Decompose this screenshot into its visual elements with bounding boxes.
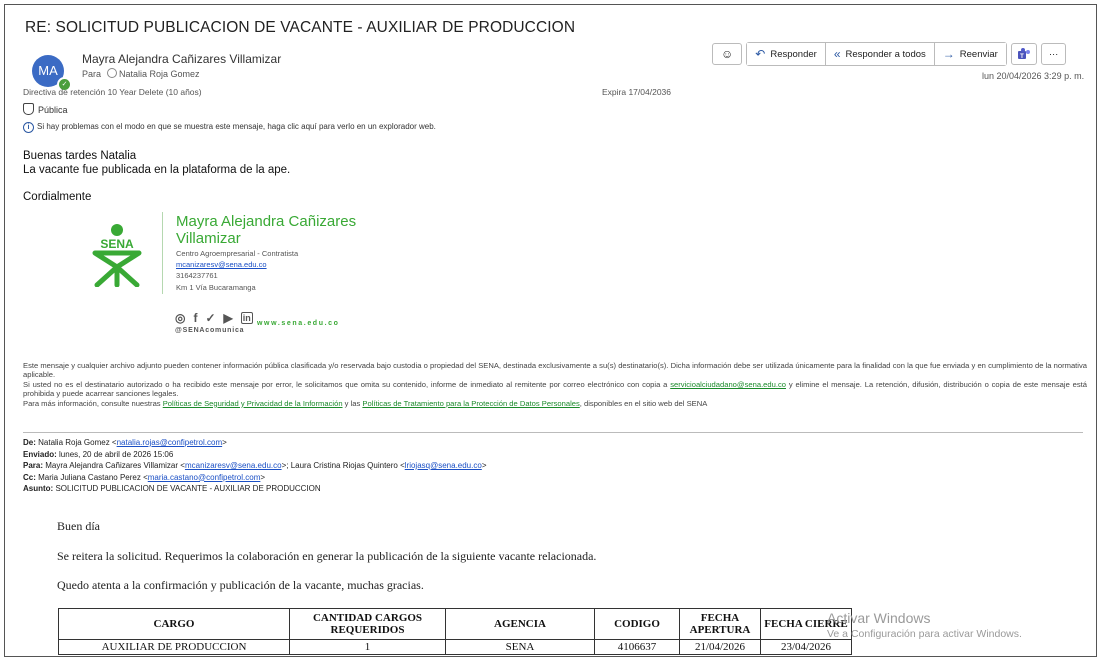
received-datetime: lun 20/04/2026 3:29 p. m.: [982, 71, 1085, 81]
sena-logo-text: SENA: [100, 237, 134, 251]
table-header-row: CARGO CANTIDAD CARGOS REQUERIDOS AGENCIA…: [58, 608, 852, 640]
table-cell: 21/04/2026: [679, 639, 761, 655]
table-header-cell: AGENCIA: [445, 608, 595, 640]
security-policy-link[interactable]: Políticas de Seguridad y Privacidad de l…: [163, 399, 343, 408]
social-icons: ◎ f ✓ ▶ in: [175, 311, 261, 325]
forward-button[interactable]: → Reenviar: [934, 43, 1006, 65]
table-row: AUXILIAR DE PRODUCCION 1 SENA 4106637 21…: [58, 639, 852, 655]
reply-all-button[interactable]: « Responder a todos: [825, 43, 935, 65]
to-email-link-2[interactable]: lriojasq@sena.edu.co: [405, 461, 482, 470]
disclaimer-paragraph-1: Este mensaje y cualquier archivo adjunto…: [23, 361, 1087, 380]
to-email-link-1[interactable]: mcanizaresv@sena.edu.co: [185, 461, 282, 470]
signature-address: Km 1 Vía Bucaramanga: [176, 283, 256, 292]
info-bar[interactable]: i Si hay problemas con el modo en que se …: [23, 122, 436, 133]
more-actions-button[interactable]: ···: [1040, 43, 1067, 65]
teams-icon: T: [1017, 47, 1030, 60]
sender-name[interactable]: Mayra Alejandra Cañizares Villamizar: [82, 52, 281, 66]
legal-disclaimer: Este mensaje y cualquier archivo adjunto…: [23, 361, 1087, 408]
servicioalciudadano-link[interactable]: servicioalciudadano@sena.edu.co: [670, 380, 786, 389]
linkedin-icon[interactable]: in: [240, 312, 253, 324]
table-header-cell: FECHA APERTURA: [679, 608, 761, 640]
message-toolbar: ☺ ↶ Responder « Responder a todos → Reenvia…: [712, 42, 1070, 66]
to-label: Para: [82, 69, 102, 79]
reply-label: Responder: [770, 48, 817, 60]
reply-button[interactable]: ↶ Responder: [747, 43, 826, 65]
teams-share-button[interactable]: T: [1010, 43, 1037, 65]
website-link[interactable]: www.sena.edu.co: [257, 320, 339, 327]
youtube-icon[interactable]: ▶: [224, 311, 233, 325]
data-policy-link[interactable]: Políticas de Tratamiento para la Protecc…: [362, 399, 579, 408]
cc-email-link[interactable]: maria.castano@confipetrol.com: [148, 473, 261, 482]
disclaimer-paragraph-3: Para más información, consulte nuestras …: [23, 398, 708, 408]
sensitivity-label[interactable]: Pública: [23, 103, 68, 115]
smiley-icon: ☺: [721, 47, 734, 61]
reply-arrow-icon: ↶: [755, 47, 766, 61]
recipient-presence-icon: [107, 68, 118, 78]
sena-logo: SENA: [85, 223, 149, 288]
disclaimer-paragraph-2: Si usted no es el destinatario autorizad…: [23, 379, 1087, 399]
watermark-title: Activar Windows: [827, 610, 931, 626]
table-cell: 4106637: [594, 639, 680, 655]
table-header-cell: CANTIDAD CARGOS REQUERIDOS: [289, 608, 446, 640]
signature-org: Centro Agroempresarial - Contratista: [176, 249, 299, 258]
email-reading-pane: RE: SOLICITUD PUBLICACION DE VACANTE - A…: [4, 4, 1097, 657]
instagram-icon[interactable]: ◎: [175, 311, 185, 325]
signature-divider: [162, 212, 163, 294]
facebook-icon[interactable]: f: [193, 311, 197, 325]
windows-activation-watermark: Activar Windows Ve a Configuración para …: [827, 610, 1022, 642]
social-handle: @SENAcomunica: [175, 327, 245, 334]
table-cell: SENA: [445, 639, 595, 655]
info-icon: i: [23, 122, 34, 133]
quoted-line-2: Quedo atenta a la confirmación y publica…: [57, 578, 424, 592]
emoji-reaction-button[interactable]: ☺: [712, 43, 743, 65]
shield-icon: [23, 103, 34, 115]
signature-name: Mayra Alejandra Cañizares Villamizar: [176, 213, 357, 247]
info-bar-text: Si hay problemas con el modo en que se m…: [37, 122, 436, 131]
vacancy-table: CARGO CANTIDAD CARGOS REQUERIDOS AGENCIA…: [58, 608, 852, 655]
sensitivity-label-text: Pública: [38, 105, 68, 115]
svg-text:T: T: [1020, 54, 1024, 60]
signature-email-link[interactable]: mcanizaresv@sena.edu.co: [176, 260, 267, 269]
message-body-intro: Buenas tardes Natalia La vacante fue pub…: [23, 149, 290, 177]
body-line: La vacante fue publicada en la plataform…: [23, 164, 291, 176]
reply-all-label: Responder a todos: [845, 48, 926, 60]
table-cell: 1: [289, 639, 446, 655]
expiration-date: Expira 17/04/2036: [602, 87, 671, 97]
greeting: Buenas tardes Natalia: [23, 150, 137, 162]
quoted-divider: [23, 432, 1083, 433]
quoted-greeting: Buen día: [57, 519, 100, 533]
watermark-subtitle: Ve a Configuración para activar Windows.: [827, 628, 1022, 640]
quoted-line-1: Se reitera la solicitud. Requerimos la c…: [57, 549, 597, 563]
forward-arrow-icon: →: [942, 47, 955, 61]
reply-all-icon: «: [833, 47, 841, 61]
retention-policy[interactable]: Directiva de retención 10 Year Delete (1…: [23, 87, 202, 97]
table-header-cell: CODIGO: [594, 608, 680, 640]
from-email-link[interactable]: natalia.rojas@confipetrol.com: [117, 438, 223, 447]
email-subject: RE: SOLICITUD PUBLICACION DE VACANTE - A…: [25, 19, 576, 36]
reply-button-group: ↶ Responder « Responder a todos → Reenviar: [746, 42, 1007, 66]
forward-label: Reenviar: [959, 48, 998, 60]
signature-phone: 3164237761: [176, 271, 218, 280]
quoted-header: De: Natalia Roja Gomez <natalia.rojas@co…: [23, 438, 487, 493]
closing: Cordialmente: [23, 191, 92, 203]
recipient-line: Para Natalia Roja Gomez: [82, 68, 200, 79]
table-cell: AUXILIAR DE PRODUCCION: [58, 639, 290, 655]
recipient-name[interactable]: Natalia Roja Gomez: [119, 69, 200, 79]
table-header-cell: CARGO: [58, 608, 290, 640]
twitter-icon[interactable]: ✓: [205, 311, 215, 325]
